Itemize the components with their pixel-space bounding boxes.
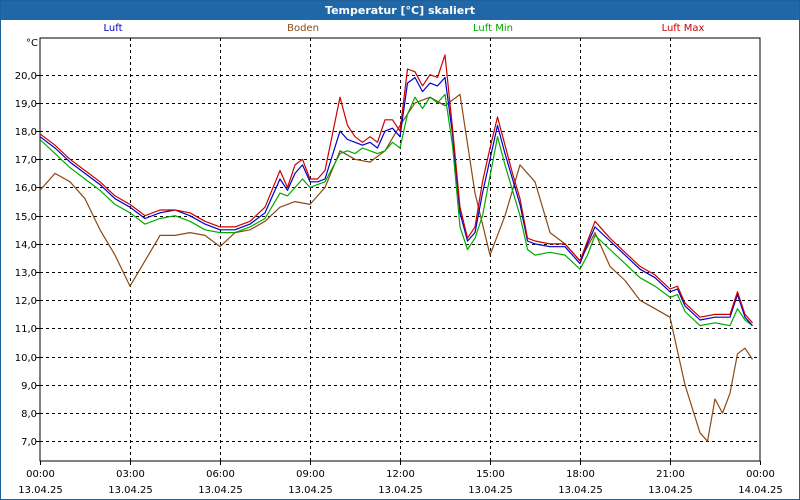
y-tick-label: 12,0 [15,296,37,307]
y-tick-label: 10,0 [15,353,37,364]
y-tick-label: 11,0 [15,324,37,335]
temperature-line-chart: 7,0 8,0 9,0 10,0 11,0 12,0 13,0 14,0 15,0 16,0 17,… [15,37,783,496]
x-tick-time-label: 21:00 [656,469,685,480]
y-tick-label: 16,0 [15,183,37,194]
y-tick-label: 9,0 [21,381,37,392]
y-tick-label: 8,0 [21,409,37,420]
y-tick-label: 15,0 [15,212,37,223]
x-tick-time-label: 03:00 [116,469,145,480]
y-tick-label: 7,0 [21,437,37,448]
x-tick-time-label: 00:00 [26,469,55,480]
x-tick-date-label: 13.04.25 [198,485,243,496]
y-tick-label: 20,0 [15,71,37,82]
x-tick-date-label: 13.04.25 [108,485,153,496]
x-tick-time-label: 12:00 [386,469,415,480]
y-tick-label: 14,0 [15,240,37,251]
x-tick-date-label: 14.04.25 [738,485,783,496]
y-tick-label: 18,0 [15,127,37,138]
x-tick-date-label: 13.04.25 [18,485,63,496]
x-tick-time-label: 06:00 [206,469,235,480]
x-tick-time-label: 09:00 [296,469,325,480]
x-tick-date-label: 13.04.25 [288,485,333,496]
x-tick-date-label: 13.04.25 [468,485,513,496]
x-tick-date-label: 13.04.25 [378,485,423,496]
x-tick-time-label: 00:00 [746,469,775,480]
y-tick-label: 13,0 [15,268,37,279]
y-tick-label: 17,0 [15,155,37,166]
x-tick-date-label: 13.04.25 [558,485,603,496]
x-tick-date-label: 13.04.25 [648,485,693,496]
x-tick-time-label: 18:00 [566,469,595,480]
x-tick-time-label: 15:00 [476,469,505,480]
y-tick-label: 19,0 [15,99,37,110]
